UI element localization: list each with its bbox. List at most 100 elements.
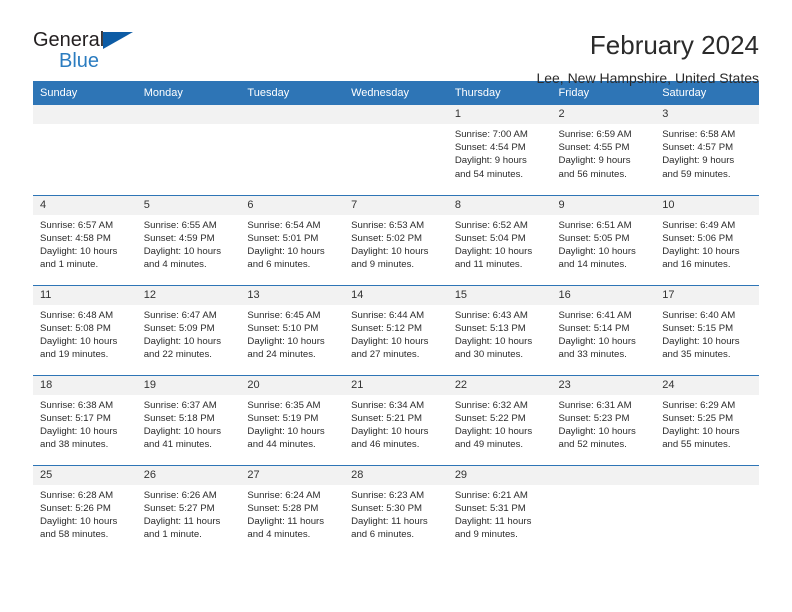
sunrise-text: Sunrise: 6:21 AM: [454, 489, 528, 501]
day-number: 18: [33, 375, 137, 395]
sunset-text: Sunset: 5:15 PM: [662, 322, 734, 334]
day-cell[interactable]: [240, 105, 345, 195]
day-details: Sunrise: 6:28 AM Sunset: 5:26 PM Daylight:…: [33, 485, 137, 542]
daylight-text: Daylight: 10 hours and 24 minutes.: [247, 335, 325, 361]
sunrise-text: Sunrise: 6:54 AM: [247, 219, 321, 231]
day-details: Sunrise: 6:45 AM Sunset: 5:10 PM Daylight:…: [240, 305, 344, 362]
day-number: 26: [136, 465, 241, 485]
day-details: Sunrise: 6:41 AM Sunset: 5:14 PM Daylight:…: [552, 305, 656, 362]
day-details: [655, 485, 759, 489]
logo-text-blue: Blue: [59, 50, 100, 72]
day-cell[interactable]: 2 Sunrise: 6:59 AM Sunset: 4:55 PM Daylight…: [551, 105, 656, 195]
day-cell[interactable]: [33, 105, 137, 195]
day-cell[interactable]: 10 Sunrise: 6:49 AM Sunset: 5:06 PM Dayligh…: [655, 194, 759, 285]
day-cell[interactable]: 28 Sunrise: 6:23 AM Sunset: 5:30 PM Dayligh…: [344, 464, 448, 555]
day-cell[interactable]: 13 Sunrise: 6:45 AM Sunset: 5:10 PM Dayligh…: [240, 284, 345, 375]
day-number: 4: [33, 195, 137, 215]
day-cell[interactable]: [655, 464, 759, 555]
day-cell[interactable]: [551, 464, 656, 555]
calendar-week-row: 1 Sunrise: 7:00 AM Sunset: 4:54 PM Daylight…: [33, 105, 759, 195]
sunset-text: Sunset: 5:02 PM: [351, 232, 423, 244]
day-number: 9: [551, 195, 656, 215]
day-cell[interactable]: 9 Sunrise: 6:51 AM Sunset: 5:05 PM Daylight…: [551, 194, 656, 285]
day-cell[interactable]: 16 Sunrise: 6:41 AM Sunset: 5:14 PM Dayligh…: [551, 284, 656, 375]
day-cell[interactable]: 5 Sunrise: 6:55 AM Sunset: 4:59 PM Daylight…: [136, 194, 241, 285]
day-number: 24: [655, 375, 759, 395]
day-number: 17: [655, 285, 759, 305]
day-number: 25: [33, 465, 137, 485]
daylight-text: Daylight: 10 hours and 30 minutes.: [454, 335, 533, 361]
day-details: Sunrise: 6:57 AM Sunset: 4:58 PM Daylight:…: [33, 215, 137, 272]
day-details: Sunrise: 6:51 AM Sunset: 5:05 PM Daylight:…: [552, 215, 656, 272]
day-cell[interactable]: 4 Sunrise: 6:57 AM Sunset: 4:58 PM Daylight…: [33, 194, 137, 285]
calendar-week-row: 11 Sunrise: 6:48 AM Sunset: 5:08 PM Dayligh…: [33, 284, 759, 375]
day-cell[interactable]: 27 Sunrise: 6:24 AM Sunset: 5:28 PM Dayligh…: [240, 464, 345, 555]
sunset-text: Sunset: 5:31 PM: [454, 502, 526, 514]
daylight-text: Daylight: 10 hours and 38 minutes.: [40, 425, 118, 451]
day-cell[interactable]: 14 Sunrise: 6:44 AM Sunset: 5:12 PM Dayligh…: [344, 284, 448, 375]
sunset-text: Sunset: 5:12 PM: [351, 322, 423, 334]
daylight-text: Daylight: 9 hours and 56 minutes.: [558, 155, 631, 180]
daylight-text: Daylight: 10 hours and 19 minutes.: [40, 335, 118, 361]
sunrise-text: Sunrise: 6:37 AM: [143, 399, 217, 411]
sunset-text: Sunset: 5:09 PM: [143, 322, 215, 334]
daylight-text: Daylight: 10 hours and 44 minutes.: [247, 425, 325, 451]
day-cell[interactable]: 23 Sunrise: 6:31 AM Sunset: 5:23 PM Dayligh…: [551, 374, 656, 465]
day-cell[interactable]: 22 Sunrise: 6:32 AM Sunset: 5:22 PM Dayligh…: [447, 374, 552, 465]
day-cell[interactable]: 19 Sunrise: 6:37 AM Sunset: 5:18 PM Dayligh…: [136, 374, 241, 465]
day-cell[interactable]: 24 Sunrise: 6:29 AM Sunset: 5:25 PM Dayligh…: [655, 374, 759, 465]
day-cell[interactable]: 29 Sunrise: 6:21 AM Sunset: 5:31 PM Dayligh…: [447, 464, 552, 555]
day-details: Sunrise: 6:40 AM Sunset: 5:15 PM Daylight:…: [655, 305, 759, 362]
day-cell[interactable]: 11 Sunrise: 6:48 AM Sunset: 5:08 PM Dayligh…: [33, 284, 137, 375]
calendar-week-row: 4 Sunrise: 6:57 AM Sunset: 4:58 PM Daylight…: [33, 194, 759, 285]
day-details: Sunrise: 6:59 AM Sunset: 4:55 PM Daylight:…: [552, 124, 656, 181]
day-cell[interactable]: [136, 105, 241, 195]
day-cell[interactable]: 6 Sunrise: 6:54 AM Sunset: 5:01 PM Daylight…: [240, 194, 345, 285]
day-details: Sunrise: 6:23 AM Sunset: 5:30 PM Daylight:…: [344, 485, 448, 542]
triangle-icon: [103, 32, 133, 49]
day-number: 23: [551, 375, 656, 395]
day-cell[interactable]: 15 Sunrise: 6:43 AM Sunset: 5:13 PM Dayligh…: [447, 284, 552, 375]
day-details: Sunrise: 6:54 AM Sunset: 5:01 PM Daylight:…: [240, 215, 344, 272]
day-details: Sunrise: 6:43 AM Sunset: 5:13 PM Daylight:…: [448, 305, 552, 362]
day-cell[interactable]: 17 Sunrise: 6:40 AM Sunset: 5:15 PM Dayligh…: [655, 284, 759, 375]
sunrise-text: Sunrise: 6:40 AM: [662, 309, 736, 321]
day-cell[interactable]: 25 Sunrise: 6:28 AM Sunset: 5:26 PM Dayligh…: [33, 464, 137, 555]
calendar-body: 1 Sunrise: 7:00 AM Sunset: 4:54 PM Daylight…: [33, 105, 759, 555]
day-details: [552, 485, 656, 489]
day-cell[interactable]: [344, 105, 448, 195]
day-details: Sunrise: 6:49 AM Sunset: 5:06 PM Daylight:…: [655, 215, 759, 272]
day-cell[interactable]: 21 Sunrise: 6:34 AM Sunset: 5:21 PM Dayligh…: [344, 374, 448, 465]
daylight-text: Daylight: 11 hours and 4 minutes.: [247, 515, 325, 541]
sunset-text: Sunset: 5:01 PM: [247, 232, 319, 244]
daylight-text: Daylight: 10 hours and 14 minutes.: [558, 245, 636, 271]
daylight-text: Daylight: 11 hours and 9 minutes.: [454, 515, 532, 541]
sunset-text: Sunset: 5:28 PM: [247, 502, 319, 514]
day-cell[interactable]: 7 Sunrise: 6:53 AM Sunset: 5:02 PM Daylight…: [344, 194, 448, 285]
sunrise-text: Sunrise: 6:51 AM: [558, 219, 632, 231]
daylight-text: Daylight: 10 hours and 55 minutes.: [662, 425, 740, 451]
day-details: Sunrise: 6:24 AM Sunset: 5:28 PM Daylight:…: [240, 485, 344, 542]
sunrise-text: Sunrise: 6:28 AM: [40, 489, 114, 501]
day-number: 5: [136, 195, 241, 215]
sunrise-text: Sunrise: 6:23 AM: [351, 489, 425, 501]
day-cell[interactable]: 8 Sunrise: 6:52 AM Sunset: 5:04 PM Daylight…: [447, 194, 552, 285]
sunrise-text: Sunrise: 6:32 AM: [454, 399, 528, 411]
sunrise-text: Sunrise: 6:31 AM: [558, 399, 632, 411]
day-details: Sunrise: 6:53 AM Sunset: 5:02 PM Daylight:…: [344, 215, 448, 272]
day-cell[interactable]: 12 Sunrise: 6:47 AM Sunset: 5:09 PM Dayligh…: [136, 284, 241, 375]
day-number: 13: [240, 285, 345, 305]
sunset-text: Sunset: 5:21 PM: [351, 412, 423, 424]
sunset-text: Sunset: 4:55 PM: [558, 142, 630, 154]
general-blue-logo[interactable]: General Blue: [33, 30, 153, 78]
day-cell[interactable]: 3 Sunrise: 6:58 AM Sunset: 4:57 PM Daylight…: [655, 105, 759, 195]
sunset-text: Sunset: 5:19 PM: [247, 412, 319, 424]
day-cell[interactable]: 26 Sunrise: 6:26 AM Sunset: 5:27 PM Dayligh…: [136, 464, 241, 555]
day-cell[interactable]: 1 Sunrise: 7:00 AM Sunset: 4:54 PM Daylight…: [447, 105, 552, 195]
daylight-text: Daylight: 10 hours and 4 minutes.: [143, 245, 222, 271]
sunrise-text: Sunrise: 6:34 AM: [351, 399, 425, 411]
day-cell[interactable]: 20 Sunrise: 6:35 AM Sunset: 5:19 PM Dayligh…: [240, 374, 345, 465]
day-number: 8: [447, 195, 552, 215]
day-number: 6: [240, 195, 345, 215]
day-cell[interactable]: 18 Sunrise: 6:38 AM Sunset: 5:17 PM Dayligh…: [33, 374, 137, 465]
